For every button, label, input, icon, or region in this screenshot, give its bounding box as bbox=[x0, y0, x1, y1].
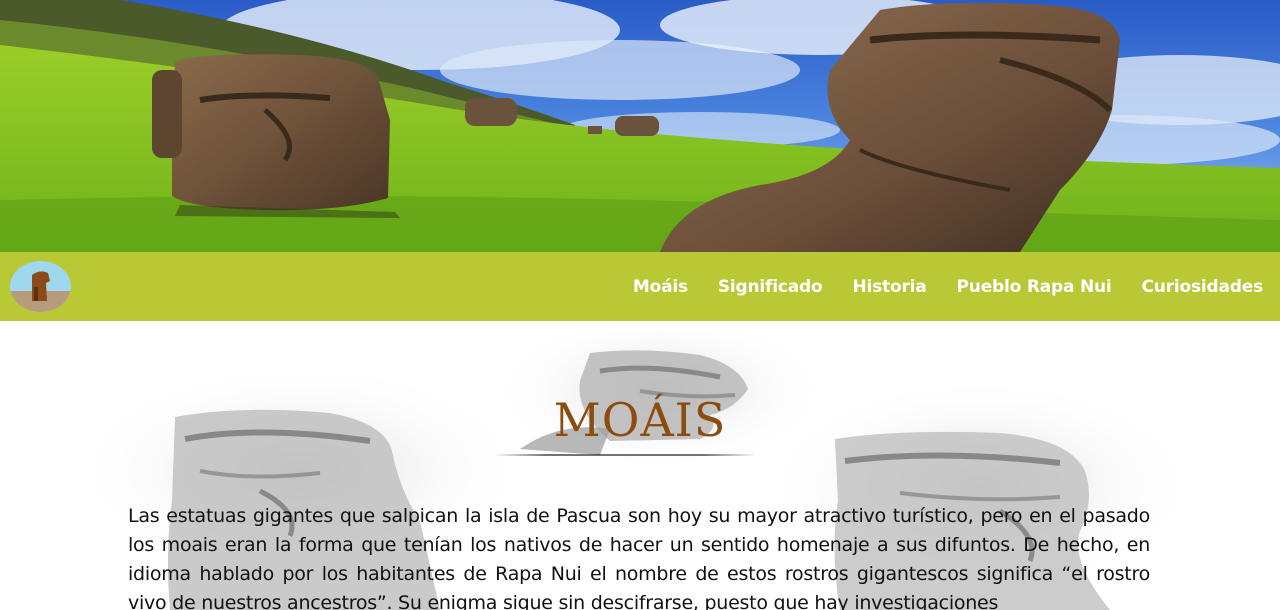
hero-image bbox=[0, 0, 1280, 252]
moai-logo-icon[interactable] bbox=[10, 261, 71, 312]
title-underline bbox=[494, 454, 756, 456]
nav-link-moais[interactable]: Moáis bbox=[633, 277, 688, 297]
page-title: MOÁIS bbox=[553, 393, 727, 447]
nav-link-historia[interactable]: Historia bbox=[852, 277, 926, 297]
main-content: MOÁIS Las estatuas gigantes que salpican… bbox=[0, 321, 1280, 610]
intro-paragraph: Las estatuas gigantes que salpican la is… bbox=[128, 505, 1150, 610]
main-navbar: Moáis Significado Historia Pueblo Rapa N… bbox=[0, 252, 1280, 321]
nav-links: Moáis Significado Historia Pueblo Rapa N… bbox=[633, 252, 1263, 321]
nav-link-pueblo-rapa-nui[interactable]: Pueblo Rapa Nui bbox=[957, 277, 1112, 297]
nav-link-significado[interactable]: Significado bbox=[718, 277, 823, 297]
moai-hillside-photo bbox=[0, 0, 1280, 252]
nav-link-curiosidades[interactable]: Curiosidades bbox=[1142, 277, 1264, 297]
